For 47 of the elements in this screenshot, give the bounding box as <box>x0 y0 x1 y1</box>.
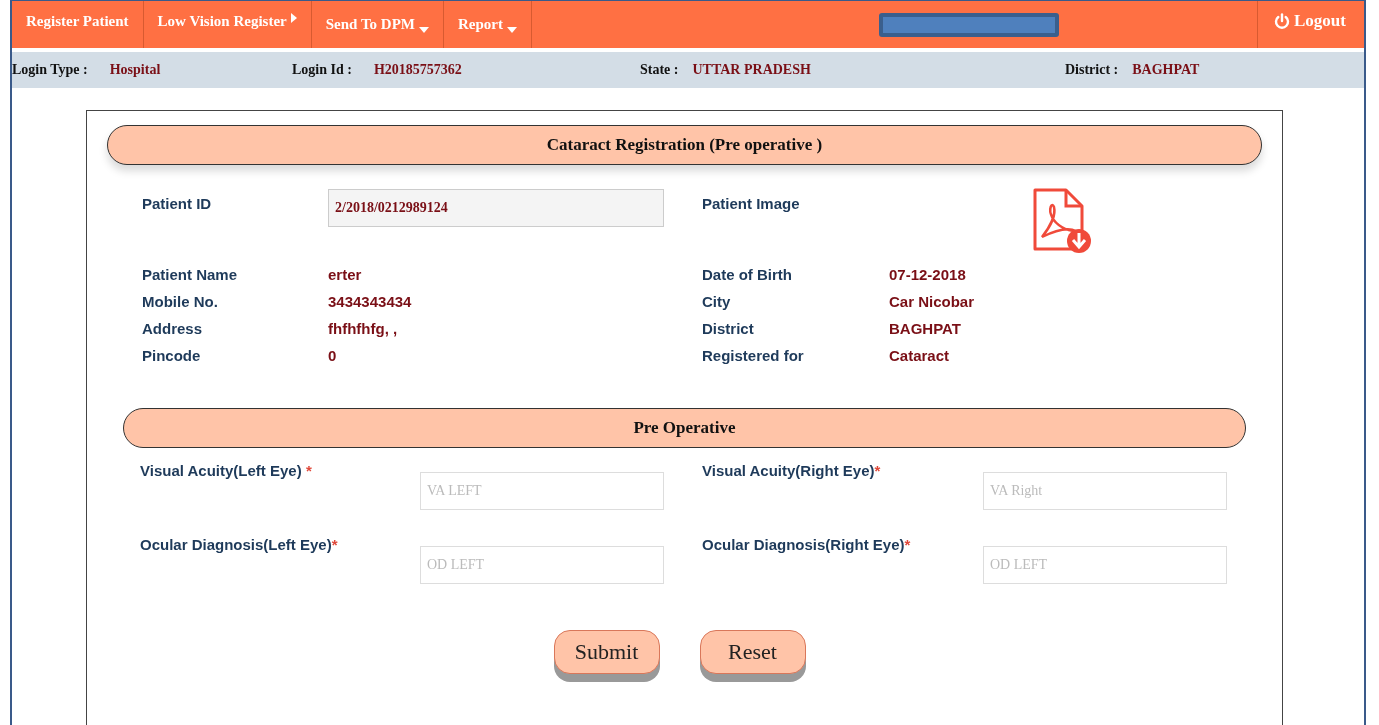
caret-icon <box>507 26 517 33</box>
patient-id-field: 2/2018/0212989124 <box>328 189 664 227</box>
info-label: Login Type : <box>12 62 88 78</box>
field-label: Mobile No. <box>142 293 219 310</box>
field-value: Cataract <box>889 347 951 364</box>
field-value: Car Nicobar <box>889 293 976 310</box>
field-label: City <box>702 293 732 310</box>
field-value: fhfhfhfg, , <box>328 320 399 337</box>
caret-icon <box>419 26 429 33</box>
menu-item[interactable]: Low Vision Register <box>143 1 312 48</box>
input-field[interactable]: OD LEFT <box>420 546 664 584</box>
field-label: Ocular Diagnosis(Right Eye)* <box>702 535 912 555</box>
info-label: District : <box>1065 62 1119 78</box>
info-value: Hospital <box>109 62 161 78</box>
field-label: Date of Birth <box>702 266 793 283</box>
field-value: erter <box>328 266 363 283</box>
input-field[interactable]: OD LEFT <box>983 546 1227 584</box>
form-title: Cataract Registration (Pre operative ) <box>107 125 1262 165</box>
logout-link[interactable]: Logout <box>1257 1 1364 48</box>
input-field[interactable]: VA Right <box>983 472 1227 510</box>
field-label: Patient Name <box>142 266 239 283</box>
power-icon <box>1274 13 1290 30</box>
section-title: Pre Operative <box>123 408 1246 448</box>
menu-item[interactable]: Report <box>444 1 532 48</box>
input-field[interactable]: VA LEFT <box>420 472 664 510</box>
info-value: UTTAR PRADESH <box>692 62 811 78</box>
field-label: District <box>702 320 755 337</box>
menu-item[interactable]: Send To DPM <box>311 1 444 48</box>
field-label: Registered for <box>702 347 805 364</box>
field-label: Patient Image <box>702 195 801 214</box>
field-label: Ocular Diagnosis(Left Eye)* <box>140 535 339 555</box>
info-value: H20185757362 <box>373 62 462 78</box>
info-label: Login Id : <box>292 62 352 78</box>
info-value: BAGHPAT <box>1132 62 1200 78</box>
field-value: 07-12-2018 <box>889 266 967 283</box>
info-label: State : <box>640 62 679 78</box>
field-label: Visual Acuity(Right Eye)* <box>702 461 882 481</box>
field-label: Address <box>142 320 204 337</box>
field-value: BAGHPAT <box>889 320 962 337</box>
caret-icon <box>290 13 297 23</box>
field-label: Visual Acuity(Left Eye) * <box>140 461 313 481</box>
pdf-download-icon[interactable] <box>1032 187 1094 255</box>
menu-item[interactable]: Register Patient <box>12 1 144 48</box>
field-value: 0 <box>328 347 338 364</box>
field-label: Pincode <box>142 347 202 364</box>
field-value: 3434343434 <box>328 293 413 310</box>
field-label: Patient ID <box>142 195 213 214</box>
